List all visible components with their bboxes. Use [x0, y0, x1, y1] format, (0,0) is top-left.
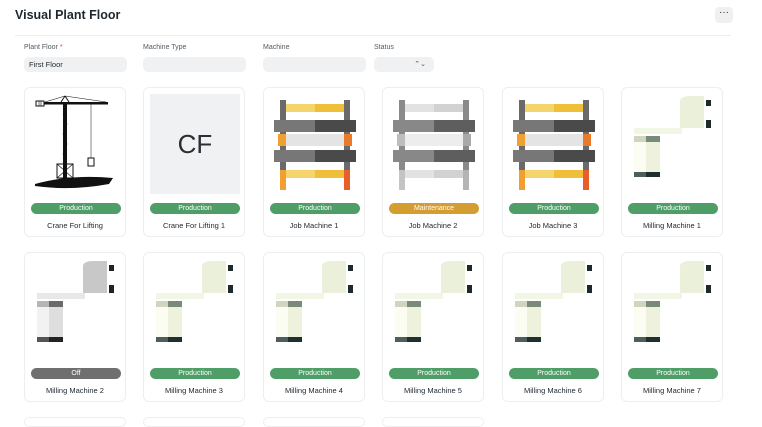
- card-peek: [143, 417, 245, 427]
- machine-name: Crane For Lifting: [47, 221, 103, 230]
- machine-initials-placeholder: CF: [150, 94, 240, 194]
- filter-machine-type: Machine Type: [143, 43, 246, 72]
- milling-machine-image: [389, 259, 479, 359]
- machine-name: Milling Machine 2: [46, 386, 104, 395]
- machine-name: Job Machine 3: [528, 221, 578, 230]
- status-badge: Production: [270, 203, 360, 214]
- more-options-button[interactable]: ···: [715, 7, 733, 23]
- milling-machine-image: [31, 259, 121, 359]
- filter-label: Status: [374, 44, 394, 51]
- status-badge: Production: [509, 203, 599, 214]
- milling-machine-image: [270, 259, 360, 359]
- machine-name: Milling Machine 4: [285, 386, 343, 395]
- machine-name: Job Machine 2: [408, 221, 458, 230]
- machine-card[interactable]: Production Milling Machine 6: [502, 252, 604, 402]
- machine-name: Milling Machine 6: [524, 386, 582, 395]
- filter-plant-floor: Plant Floor * First Floor: [24, 43, 127, 72]
- job-machine-image: [389, 94, 479, 194]
- status-select[interactable]: ⌃⌄: [374, 57, 434, 72]
- filter-label: Machine Type: [143, 44, 187, 51]
- machine-name: Milling Machine 7: [643, 386, 701, 395]
- machine-name: Milling Machine 3: [165, 386, 223, 395]
- status-badge: Production: [509, 368, 599, 379]
- card-peek: [24, 417, 126, 427]
- machine-type-input[interactable]: [143, 57, 246, 72]
- status-badge: Production: [628, 203, 718, 214]
- filter-label: Plant Floor *: [24, 43, 127, 53]
- header-divider: [15, 35, 731, 36]
- machine-card[interactable]: Production Milling Machine 5: [382, 252, 484, 402]
- machine-card[interactable]: Production Milling Machine 7: [621, 252, 723, 402]
- crane-image: [31, 94, 121, 194]
- filter-machine: Machine: [263, 43, 366, 72]
- milling-machine-image: [509, 259, 599, 359]
- status-badge: Production: [150, 203, 240, 214]
- machine-name: Milling Machine 1: [643, 221, 701, 230]
- milling-machine-image: [628, 259, 718, 359]
- filter-status: Status ⌃⌄: [374, 43, 434, 72]
- machine-card[interactable]: CF Production Crane For Lifting 1: [143, 87, 245, 237]
- status-badge: Production: [270, 368, 360, 379]
- milling-machine-image: [628, 94, 718, 194]
- status-badge: Production: [628, 368, 718, 379]
- page-header: Visual Plant Floor ···: [0, 0, 762, 34]
- card-peek: [382, 417, 484, 427]
- job-machine-image: [270, 94, 360, 194]
- filter-label-text: Plant Floor: [24, 44, 58, 51]
- filter-label: Machine: [263, 44, 290, 51]
- status-badge: Production: [389, 368, 479, 379]
- page-title: Visual Plant Floor: [15, 8, 121, 22]
- status-badge: Maintenance: [389, 203, 479, 214]
- machine-name: Milling Machine 5: [404, 386, 462, 395]
- status-badge: Production: [150, 368, 240, 379]
- status-badge: Production: [31, 203, 121, 214]
- machine-card[interactable]: Maintenance Job Machine 2: [382, 87, 484, 237]
- machine-input[interactable]: [263, 57, 366, 72]
- machine-name: Crane For Lifting 1: [162, 221, 226, 230]
- select-arrows-icon: ⌃⌄: [414, 61, 426, 68]
- machine-card[interactable]: Production Crane For Lifting: [24, 87, 126, 237]
- required-mark: *: [59, 44, 63, 51]
- card-peek: [263, 417, 365, 427]
- machine-card[interactable]: Production Job Machine 3: [502, 87, 604, 237]
- machine-card[interactable]: Production Milling Machine 1: [621, 87, 723, 237]
- machine-card[interactable]: Production Milling Machine 4: [263, 252, 365, 402]
- machine-card[interactable]: Off Milling Machine 2: [24, 252, 126, 402]
- machine-name: Job Machine 1: [289, 221, 339, 230]
- machine-initials: CF: [177, 129, 213, 159]
- machine-card[interactable]: Production Job Machine 1: [263, 87, 365, 237]
- machine-card[interactable]: Production Milling Machine 3: [143, 252, 245, 402]
- job-machine-image: [509, 94, 599, 194]
- milling-machine-image: [150, 259, 240, 359]
- status-badge: Off: [31, 368, 121, 379]
- plant-floor-input[interactable]: First Floor: [24, 57, 127, 72]
